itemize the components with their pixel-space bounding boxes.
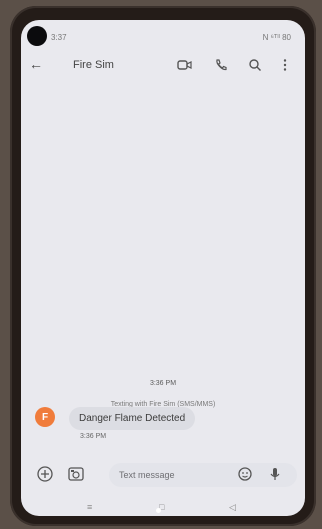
recents-icon[interactable]: ≡ [87, 502, 92, 512]
thread-timestamp: 3:36 PM [149, 380, 177, 387]
status-right: N ⁶ᵀˡˡ 80 [262, 33, 291, 42]
message-input-placeholder: Text message [119, 470, 175, 480]
mic-icon[interactable] [265, 464, 285, 484]
system-navbar: ≡ □ ◁ [21, 498, 305, 516]
status-time: 3:37 [51, 33, 67, 42]
back-nav-icon[interactable]: ◁ [229, 502, 236, 513]
status-bar: 3:37 N ⁶ᵀˡˡ 80 [21, 26, 305, 48]
search-icon[interactable] [247, 58, 263, 72]
add-icon[interactable] [35, 464, 55, 484]
home-indicator [156, 508, 161, 513]
emoji-icon[interactable] [235, 464, 255, 484]
screen: 3:37 N ⁶ᵀˡˡ 80 ← Fire Sim 3:36 PM Textin… [21, 20, 305, 516]
message-row: F Danger Flame Detected 3:36 PM [35, 407, 305, 447]
message-thread: 3:36 PM Texting with Fire Sim (SMS/MMS) … [21, 80, 305, 456]
phone-icon[interactable] [213, 58, 229, 72]
message-time: 3:36 PM [80, 433, 107, 440]
conversation-title: Fire Sim [73, 59, 114, 71]
back-icon[interactable]: ← [29, 57, 43, 71]
more-vertical-icon[interactable] [277, 58, 293, 72]
avatar[interactable]: F [35, 407, 55, 427]
video-call-icon[interactable] [177, 58, 193, 72]
message-bubble[interactable]: Danger Flame Detected [69, 407, 196, 430]
app-bar: ← Fire Sim [21, 50, 305, 80]
composer: Text message [21, 458, 305, 492]
gallery-icon[interactable] [66, 464, 86, 484]
